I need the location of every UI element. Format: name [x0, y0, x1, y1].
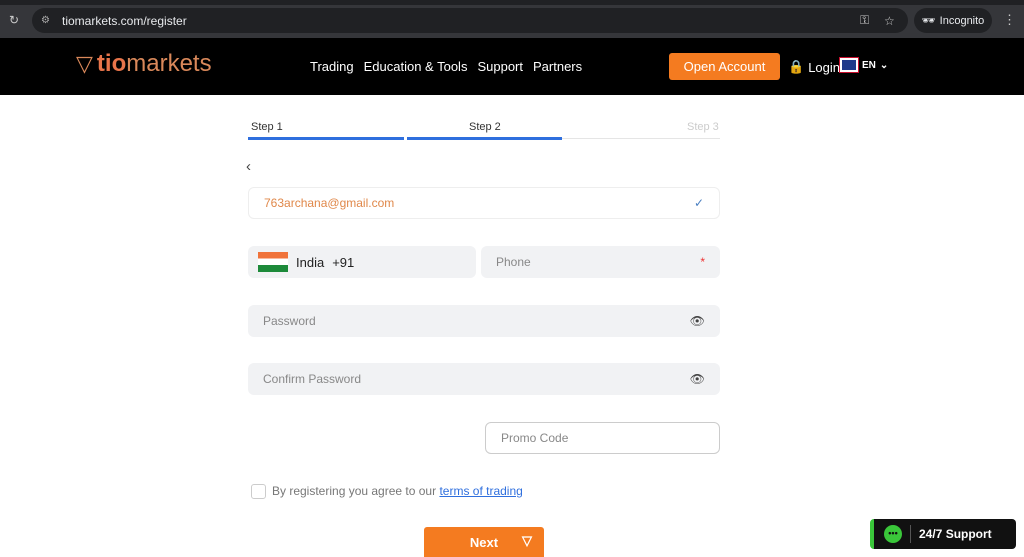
step-1-label: Step 1: [251, 121, 283, 133]
step-1-bar: [248, 137, 404, 140]
promo-placeholder: Promo Code: [501, 431, 569, 445]
login-label: Login: [808, 59, 840, 75]
logo[interactable]: ▽ tiomarkets: [76, 50, 212, 78]
step-2-bar: [407, 137, 562, 140]
menu-kebab-icon[interactable]: ⋮: [1003, 12, 1016, 28]
menu-education-tools[interactable]: Education & Tools: [364, 59, 468, 74]
confirm-password-input[interactable]: Confirm Password 👁: [248, 363, 720, 395]
country-select[interactable]: India +91: [248, 246, 476, 278]
email-value: 763archana@gmail.com: [264, 196, 395, 210]
main-menu: Trading Education & Tools Support Partne…: [310, 59, 582, 74]
incognito-icon: 🕶: [921, 15, 936, 27]
eye-off-icon[interactable]: 👁: [690, 372, 705, 386]
menu-support[interactable]: Support: [477, 59, 523, 74]
support-label: 24/7 Support: [919, 527, 992, 541]
lang-label: EN: [862, 59, 876, 71]
reload-icon[interactable]: ↻: [9, 13, 19, 27]
site-info-icon[interactable]: ⚙: [41, 15, 50, 26]
login-button[interactable]: 🔒 Login: [788, 59, 840, 75]
step-2-label: Step 2: [469, 121, 501, 133]
key-icon[interactable]: ⚿: [860, 13, 869, 28]
chevron-down-icon: ⌄: [879, 59, 889, 71]
menu-trading[interactable]: Trading: [310, 59, 354, 74]
country-name: India: [296, 254, 325, 270]
tab-strip: [0, 0, 1024, 5]
step-3-label: Step 3: [687, 121, 719, 133]
star-icon[interactable]: ☆: [884, 14, 895, 28]
password-placeholder: Password: [263, 314, 316, 328]
support-chat-button[interactable]: ••• 24/7 Support: [870, 519, 1016, 549]
required-mark: *: [700, 255, 705, 269]
logo-rest: markets: [126, 50, 212, 77]
terms-text: By registering you agree to our terms of…: [272, 484, 523, 498]
terms-label: By registering you agree to our: [272, 484, 437, 498]
logo-mark-icon: ▽: [76, 51, 93, 76]
lock-icon: 🔒: [788, 59, 805, 74]
logo-bold: tio: [96, 50, 127, 77]
chat-bubble-icon: •••: [884, 525, 902, 543]
terms-link[interactable]: terms of trading: [439, 484, 522, 498]
back-chevron-icon[interactable]: ‹: [246, 158, 251, 175]
promo-code-input[interactable]: Promo Code: [485, 422, 720, 454]
next-label: Next: [469, 534, 499, 550]
menu-partners[interactable]: Partners: [533, 59, 582, 74]
email-field[interactable]: 763archana@gmail.com ✓: [248, 187, 720, 219]
confirm-placeholder: Confirm Password: [263, 372, 362, 386]
incognito-badge[interactable]: 🕶 Incognito: [914, 8, 992, 33]
check-icon: ✓: [693, 196, 704, 210]
phone-input[interactable]: Phone *: [481, 246, 720, 278]
india-flag-icon: [258, 252, 288, 272]
terms-checkbox[interactable]: [251, 484, 266, 499]
divider: [910, 525, 911, 543]
password-input[interactable]: Password 👁: [248, 305, 720, 337]
incognito-label: Incognito: [939, 14, 985, 27]
eye-off-icon[interactable]: 👁: [690, 314, 705, 328]
logo-mark-icon: ▽: [522, 533, 532, 548]
address-bar[interactable]: ⚙ tiomarkets.com/register ⚿ ☆: [32, 8, 908, 33]
phone-placeholder: Phone: [496, 255, 531, 269]
step-3-bar: [562, 138, 720, 139]
language-selector[interactable]: EN ⌄: [839, 57, 889, 73]
dial-code: +91: [332, 254, 355, 270]
open-account-button[interactable]: Open Account: [669, 53, 780, 80]
next-button[interactable]: Next ▽: [424, 527, 544, 557]
url-text: tiomarkets.com/register: [62, 13, 187, 28]
uk-flag-icon: [839, 57, 859, 73]
